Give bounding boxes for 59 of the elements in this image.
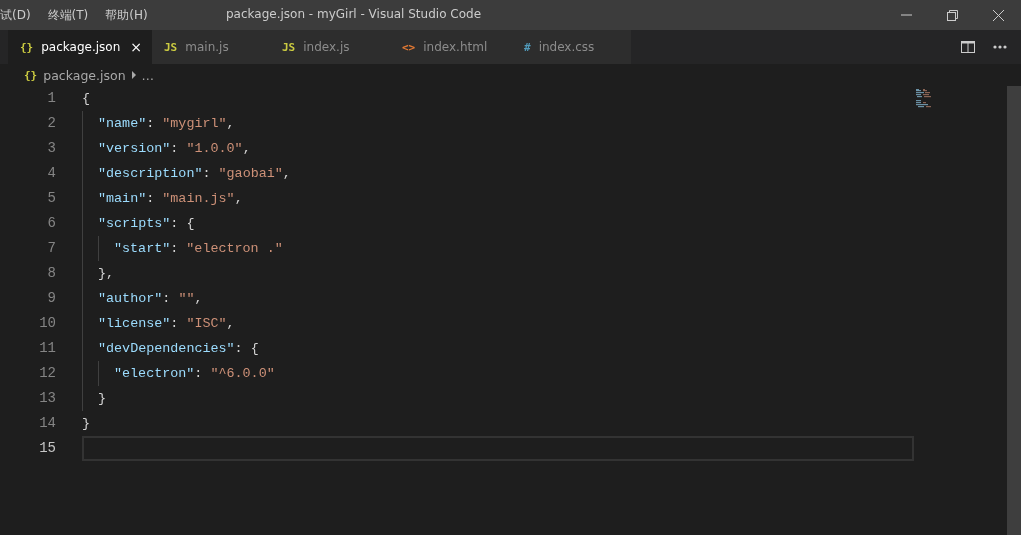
file-type-icon: {} [20, 40, 34, 54]
editor-tab[interactable]: {} package.json × [8, 30, 152, 64]
line-number: 10 [38, 314, 56, 333]
editor-tab[interactable]: JS main.js [152, 30, 270, 64]
line-number: 2 [46, 114, 56, 133]
menu-item[interactable]: 帮助(H) [105, 6, 157, 24]
tab-label: index.css [538, 40, 595, 54]
line-number: 11 [38, 339, 56, 358]
file-type-icon: <> [402, 40, 416, 54]
file-type-icon: JS [164, 40, 178, 54]
code-line: "name": "mygirl", [97, 115, 236, 133]
code-line: "scripts": { [97, 215, 196, 233]
window-title: package.json - myGirl - Visual Studio Code [226, 7, 481, 21]
menu-item[interactable]: 终端(T) [47, 6, 98, 24]
tab-label: index.js [303, 40, 350, 54]
close-icon[interactable]: × [130, 39, 142, 55]
menu-item[interactable]: 试(D) [0, 6, 40, 24]
editor-tab[interactable]: <> index.html [390, 30, 512, 64]
restore-icon[interactable] [946, 9, 958, 21]
code-line: "start": "electron ." [113, 240, 284, 258]
line-number: 3 [46, 139, 56, 158]
code-line: "author": "", [97, 290, 204, 308]
line-number: 14 [38, 414, 56, 433]
code-line: "version": "1.0.0", [97, 140, 252, 158]
code-line: } [97, 390, 108, 408]
line-number: 7 [46, 239, 56, 258]
line-number: 4 [46, 164, 56, 183]
close-icon[interactable] [992, 9, 1004, 21]
line-number: 6 [46, 214, 56, 233]
code-line: "description": "gaobai", [97, 165, 292, 183]
line-number: 8 [46, 264, 56, 283]
code-line: "devDependencies": { [97, 340, 260, 358]
split-editor-icon[interactable] [961, 41, 975, 53]
file-type-icon: JS [282, 40, 296, 54]
minimize-icon[interactable] [900, 14, 912, 16]
line-number: 13 [38, 389, 56, 408]
line-number: 12 [38, 364, 56, 383]
line-number: 5 [46, 189, 56, 208]
json-icon: {} [24, 68, 38, 82]
more-icon[interactable] [993, 45, 1007, 49]
line-number: 15 [38, 439, 56, 458]
line-number: 9 [46, 289, 56, 308]
line-number: 1 [46, 89, 56, 108]
tab-label: package.json [41, 40, 121, 54]
breadcrumb-item[interactable]: … [141, 67, 155, 83]
code-line: { [82, 90, 92, 108]
code-line: }, [97, 265, 116, 283]
tab-label: index.html [423, 40, 488, 54]
code-line: } [82, 415, 92, 433]
code-line: "electron": "^6.0.0" [113, 365, 276, 383]
code-line: "main": "main.js", [97, 190, 244, 208]
tab-label: main.js [185, 40, 229, 54]
editor-tab[interactable]: JS index.js [270, 30, 390, 64]
breadcrumb-item[interactable]: package.json [43, 67, 126, 83]
scrollbar[interactable] [1007, 86, 1021, 535]
file-type-icon: # [524, 40, 531, 54]
chevron-icon [131, 71, 136, 79]
editor-tab[interactable]: # index.css [512, 30, 631, 64]
code-line: "license": "ISC", [97, 315, 236, 333]
